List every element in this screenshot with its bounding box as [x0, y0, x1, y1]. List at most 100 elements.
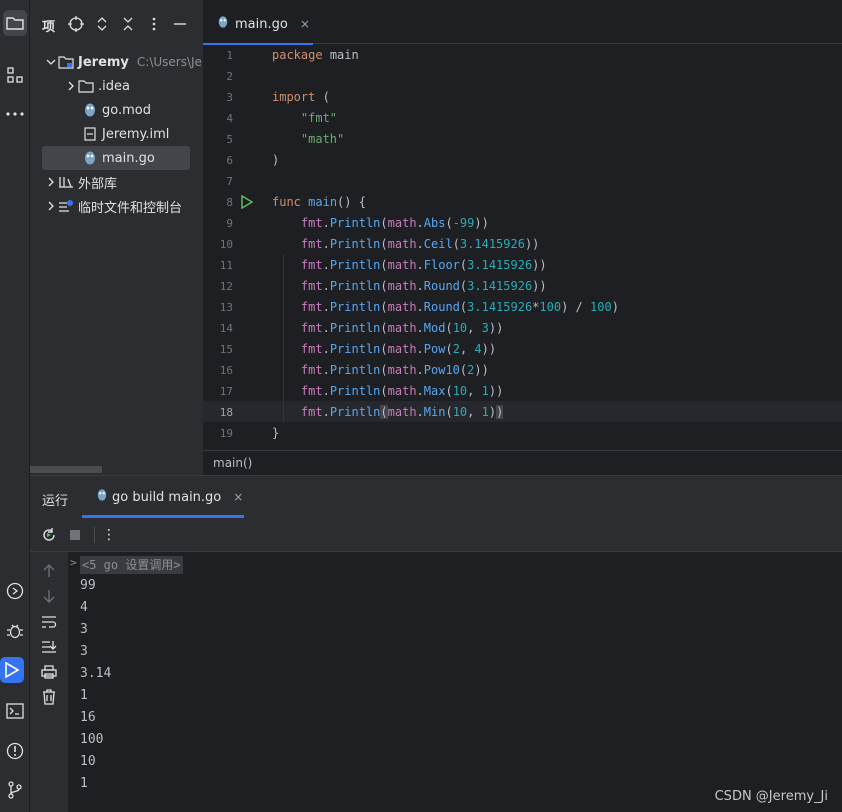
trash-clear-icon[interactable]: [40, 688, 58, 706]
console-line: 1: [80, 688, 88, 703]
package-ref: math: [387, 237, 417, 251]
problems-icon[interactable]: [0, 738, 30, 764]
soft-wrap-icon[interactable]: [40, 613, 58, 631]
number-literal: 10: [452, 405, 468, 419]
console-line: 3: [80, 622, 88, 637]
horizontal-scrollbar[interactable]: [30, 466, 102, 473]
punct: .: [322, 321, 330, 335]
punct: )): [532, 258, 547, 272]
function-call: Mod: [423, 321, 446, 335]
close-tab-icon[interactable]: ×: [300, 17, 310, 31]
tab-go-build[interactable]: go build main.go ×: [82, 476, 244, 518]
punct: ,: [467, 321, 482, 335]
run-tab-label: go build main.go: [112, 489, 222, 505]
punct: .: [322, 384, 330, 398]
line-number: 8: [226, 196, 233, 209]
chevron-right-icon[interactable]: [64, 81, 78, 91]
expand-all-icon[interactable]: [93, 14, 111, 34]
stop-icon[interactable]: [66, 526, 84, 544]
package-ref: math: [387, 363, 417, 377]
terminal-icon[interactable]: [0, 698, 30, 724]
run-tool-icon[interactable]: [0, 657, 24, 683]
breadcrumb[interactable]: main(): [203, 450, 842, 475]
hide-panel-minus-icon[interactable]: [171, 14, 189, 34]
function-call: Abs: [423, 216, 446, 230]
chevron-down-icon[interactable]: [44, 58, 58, 66]
tree-item-label: main.go: [102, 150, 155, 166]
line-number-gutter: 1 2 3 4 5 6 7 8 9 10 11 12 13 14 15 16 17 18 19: [203, 44, 271, 450]
project-tool-folder-icon[interactable]: [3, 10, 27, 36]
arrow-up-icon[interactable]: [40, 562, 58, 580]
punct: (: [315, 90, 330, 104]
tree-item-idea[interactable]: .idea: [64, 74, 203, 98]
line-number: 19: [219, 427, 233, 440]
code-line: package main: [272, 45, 359, 66]
number-literal: 100: [590, 300, 612, 314]
line-number: 9: [226, 217, 233, 230]
punct: ): [496, 405, 504, 419]
punct: (: [380, 363, 388, 377]
number-literal: 100: [539, 300, 562, 314]
print-icon[interactable]: [40, 663, 58, 681]
function-call: Println: [329, 300, 381, 314]
folded-lines[interactable]: <5 go 设置调用>: [80, 556, 183, 574]
tree-root-jeremy[interactable]: Jeremy C:\Users\Jer: [44, 50, 203, 74]
line-number: 18: [219, 406, 233, 419]
close-run-tab-icon[interactable]: ×: [233, 490, 243, 504]
package-ref: math: [387, 258, 417, 272]
rerun-icon[interactable]: [40, 526, 58, 544]
function-call: Ceil: [423, 237, 453, 251]
debug-bug-icon[interactable]: [0, 618, 30, 644]
punct: .: [322, 363, 330, 377]
more-kebab-icon[interactable]: ⋮: [100, 526, 118, 544]
package-ref: math: [387, 342, 417, 356]
tab-main-go[interactable]: main.go ×: [203, 4, 313, 45]
arrow-down-icon[interactable]: [40, 587, 58, 605]
tree-item-go-mod[interactable]: go.mod: [82, 98, 203, 122]
services-icon[interactable]: [0, 578, 30, 604]
collapse-all-icon[interactable]: [119, 14, 137, 34]
punct: ,: [467, 405, 482, 419]
function-call: Max: [423, 384, 446, 398]
function-call: Println: [329, 237, 381, 251]
function-call: Pow10: [423, 363, 460, 377]
scroll-to-end-icon[interactable]: [40, 638, 58, 656]
tree-item-label: Jeremy.iml: [102, 126, 170, 142]
keyword: import: [272, 90, 316, 104]
console-line: 99: [80, 578, 96, 593]
library-icon: [58, 174, 74, 190]
options-kebab-icon[interactable]: [145, 14, 163, 34]
code-line: fmt.Println(math.Round(3.1415926*100) / …: [272, 297, 619, 318]
punct: (: [380, 237, 388, 251]
gopher-file-icon: [82, 102, 98, 118]
code-line: fmt.Println(math.Mod(10, 3)): [272, 318, 503, 339]
structure-icon[interactable]: [0, 62, 30, 88]
number-literal: 2: [452, 342, 460, 356]
punct: (: [445, 384, 453, 398]
number-literal: 3.1415926: [467, 300, 533, 314]
package-ref: fmt: [300, 363, 323, 377]
iml-file-icon: [82, 126, 98, 142]
fold-chevron-icon[interactable]: >: [70, 556, 77, 569]
number-literal: 3.1415926: [459, 237, 525, 251]
punct: )): [488, 321, 504, 335]
tree-item-external-libraries[interactable]: 外部库: [44, 170, 203, 194]
package-ref: fmt: [300, 405, 323, 419]
tree-item-scratches[interactable]: 临时文件和控制台: [44, 194, 203, 218]
line-number: 13: [219, 301, 233, 314]
git-branch-icon[interactable]: [0, 777, 30, 803]
chevron-right-icon[interactable]: [44, 201, 58, 211]
line-number: 4: [226, 112, 233, 125]
run-gutter-play-icon[interactable]: [241, 194, 255, 210]
code-line: "fmt": [272, 108, 337, 129]
chevron-right-icon[interactable]: [44, 177, 58, 187]
more-tools-icon[interactable]: [0, 101, 30, 127]
run-panel-header: 运行 go build main.go ×: [30, 476, 842, 518]
function-call: Println: [329, 342, 381, 356]
tree-item-main-go[interactable]: main.go: [42, 146, 190, 170]
code-view[interactable]: package main import ( "fmt" "math" ) fun…: [272, 44, 842, 450]
locate-target-icon[interactable]: [67, 14, 85, 34]
keyword: func: [272, 195, 301, 209]
tree-item-jeremy-iml[interactable]: Jeremy.iml: [82, 122, 203, 146]
console-output[interactable]: > <5 go 设置调用> 99 4 3 3 3.14 1 16 100 10 1: [68, 552, 842, 812]
